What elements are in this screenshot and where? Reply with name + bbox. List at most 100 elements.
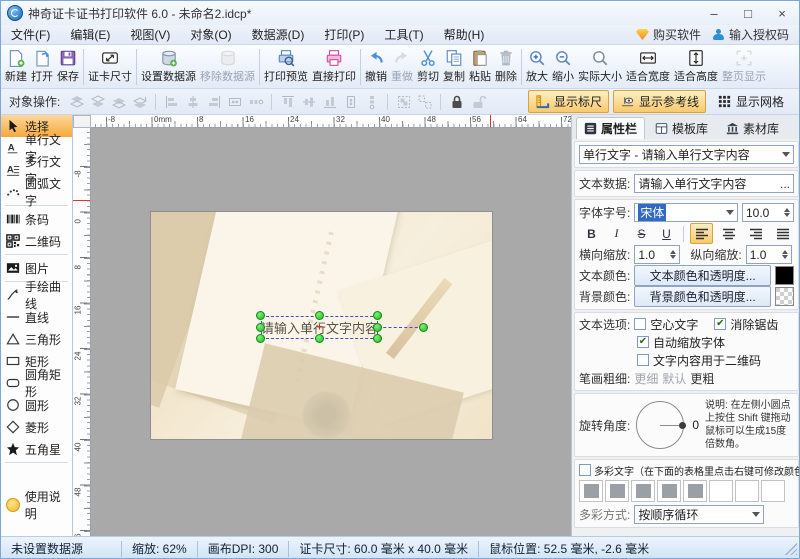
resize-handle-sw[interactable]: [256, 334, 265, 343]
spinner-arrows-icon[interactable]: [784, 208, 790, 217]
tool-diamond[interactable]: 菱形: [1, 416, 72, 438]
tool-rounded-rectangle[interactable]: 圆角矩形: [1, 372, 72, 394]
design-canvas[interactable]: 请输入单行文字内容 +: [91, 128, 571, 536]
text-as-qrcode-checkbox[interactable]: [637, 354, 649, 366]
show-grid-toggle[interactable]: 显示网格: [710, 90, 791, 113]
menu-object[interactable]: 对象(O): [180, 25, 241, 45]
menu-datasource[interactable]: 数据源(D): [242, 25, 315, 45]
menu-help[interactable]: 帮助(H): [434, 25, 495, 45]
bold-button[interactable]: B: [581, 223, 602, 244]
print-preview-button[interactable]: 打印预览: [262, 48, 310, 85]
buy-software-link[interactable]: 购买软件: [636, 26, 701, 43]
text-color-swatch[interactable]: [775, 266, 794, 285]
align-left-button[interactable]: [690, 223, 713, 244]
menu-view[interactable]: 视图(V): [120, 25, 180, 45]
resize-handle-nw[interactable]: [256, 311, 265, 320]
resize-handle-s[interactable]: [315, 334, 324, 343]
tab-material-library[interactable]: 素材库: [718, 117, 787, 139]
tool-star[interactable]: 五角星: [1, 438, 72, 460]
actual-size-icon: [591, 49, 609, 67]
tool-freehand-curve[interactable]: 手绘曲线: [1, 284, 72, 306]
hollow-text-checkbox[interactable]: [634, 318, 646, 330]
cut-button[interactable]: 剪切: [415, 48, 441, 85]
color-cell[interactable]: [631, 480, 655, 502]
rotation-handle[interactable]: [419, 323, 428, 332]
autoscale-font-checkbox[interactable]: [637, 336, 649, 348]
fit-width-button[interactable]: 适合宽度: [624, 48, 672, 85]
antialias-checkbox[interactable]: [714, 318, 726, 330]
spinner-arrows-icon[interactable]: [670, 250, 676, 259]
show-guides-toggle[interactable]: 显示参考线: [613, 90, 706, 113]
minimize-button[interactable]: –: [697, 1, 731, 25]
bg-color-swatch[interactable]: [775, 287, 794, 306]
tool-barcode[interactable]: 条码: [1, 208, 72, 230]
close-button[interactable]: ×: [765, 1, 799, 25]
resize-handle-ne[interactable]: [373, 311, 382, 320]
rotation-dial[interactable]: [636, 401, 684, 449]
spinner-arrows-icon[interactable]: [782, 250, 788, 259]
stroke-thicker-button[interactable]: 更粗: [690, 370, 714, 387]
rotation-knob[interactable]: [679, 422, 686, 429]
set-datasource-button[interactable]: 设置数据源: [139, 48, 198, 85]
menu-edit[interactable]: 编辑(E): [60, 25, 120, 45]
underline-button[interactable]: U: [656, 223, 677, 244]
color-cell[interactable]: [683, 480, 707, 502]
undo-button[interactable]: 撤销: [363, 48, 389, 85]
tab-properties[interactable]: 属性栏: [576, 117, 645, 139]
resize-grip[interactable]: [785, 543, 797, 555]
color-cell[interactable]: [605, 480, 629, 502]
card-size-button[interactable]: 证卡尺寸: [86, 48, 134, 85]
color-cell[interactable]: [761, 480, 785, 502]
menu-print[interactable]: 打印(P): [314, 25, 374, 45]
tool-triangle[interactable]: 三角形: [1, 328, 72, 350]
resize-handle-se[interactable]: [373, 334, 382, 343]
strikethrough-button[interactable]: S: [631, 223, 652, 244]
help-link[interactable]: 使用说明: [1, 488, 72, 522]
show-ruler-toggle[interactable]: 显示标尺: [528, 90, 609, 113]
scale-v-spinner[interactable]: 1.0: [746, 245, 792, 264]
ruler-label: 72: [563, 115, 571, 124]
resize-handle-n[interactable]: [315, 311, 324, 320]
browse-button[interactable]: ...: [780, 179, 790, 189]
align-right-button[interactable]: [744, 223, 767, 244]
italic-button[interactable]: I: [606, 223, 627, 244]
font-family-combo[interactable]: 宋体: [634, 203, 738, 222]
color-cell[interactable]: [657, 480, 681, 502]
resize-handle-w[interactable]: [256, 323, 265, 332]
tool-image[interactable]: 图片: [1, 257, 72, 279]
open-button[interactable]: 打开: [29, 48, 55, 85]
paste-button[interactable]: 粘贴: [467, 48, 493, 85]
align-justify-button[interactable]: [771, 223, 794, 244]
copy-button[interactable]: 复制: [441, 48, 467, 85]
delete-button[interactable]: 删除: [493, 48, 519, 85]
maximize-button[interactable]: □: [731, 1, 765, 25]
object-selector-dropdown[interactable]: 单行文字 - 请输入单行文字内容: [579, 145, 794, 164]
actual-size-button[interactable]: 实际大小: [576, 48, 624, 85]
zoom-out-button[interactable]: 缩小: [550, 48, 576, 85]
direct-print-button[interactable]: 直接打印: [310, 48, 358, 85]
text-data-input[interactable]: 请输入单行文字内容 ...: [634, 174, 794, 193]
resize-handle-e[interactable]: [373, 323, 382, 332]
multicolor-mode-dropdown[interactable]: 按顺序循环: [634, 505, 764, 524]
tool-qrcode[interactable]: 二维码: [1, 230, 72, 252]
group-icon: [395, 93, 412, 110]
align-center-button[interactable]: [717, 223, 740, 244]
font-size-spinner[interactable]: 10.0: [742, 203, 794, 222]
enter-license-link[interactable]: 输入授权码: [713, 26, 789, 43]
text-color-button[interactable]: 文本颜色和透明度...: [634, 265, 771, 286]
menu-tools[interactable]: 工具(T): [374, 25, 433, 45]
color-cell[interactable]: [579, 480, 603, 502]
save-button[interactable]: 保存: [55, 48, 81, 85]
scale-h-spinner[interactable]: 1.0: [634, 245, 680, 264]
bg-color-button[interactable]: 背景颜色和透明度...: [634, 286, 771, 307]
zoom-in-button[interactable]: 放大: [524, 48, 550, 85]
lock-icon[interactable]: [448, 93, 465, 110]
tool-arc-text[interactable]: 圆弧文字: [1, 181, 72, 203]
fit-height-button[interactable]: 适合高度: [672, 48, 720, 85]
multicolor-text-checkbox[interactable]: [579, 464, 591, 476]
color-cell[interactable]: [709, 480, 733, 502]
color-cell[interactable]: [735, 480, 759, 502]
menu-file[interactable]: 文件(F): [1, 25, 60, 45]
tab-template-library[interactable]: 模板库: [647, 117, 716, 139]
new-button[interactable]: 新建: [3, 48, 29, 85]
